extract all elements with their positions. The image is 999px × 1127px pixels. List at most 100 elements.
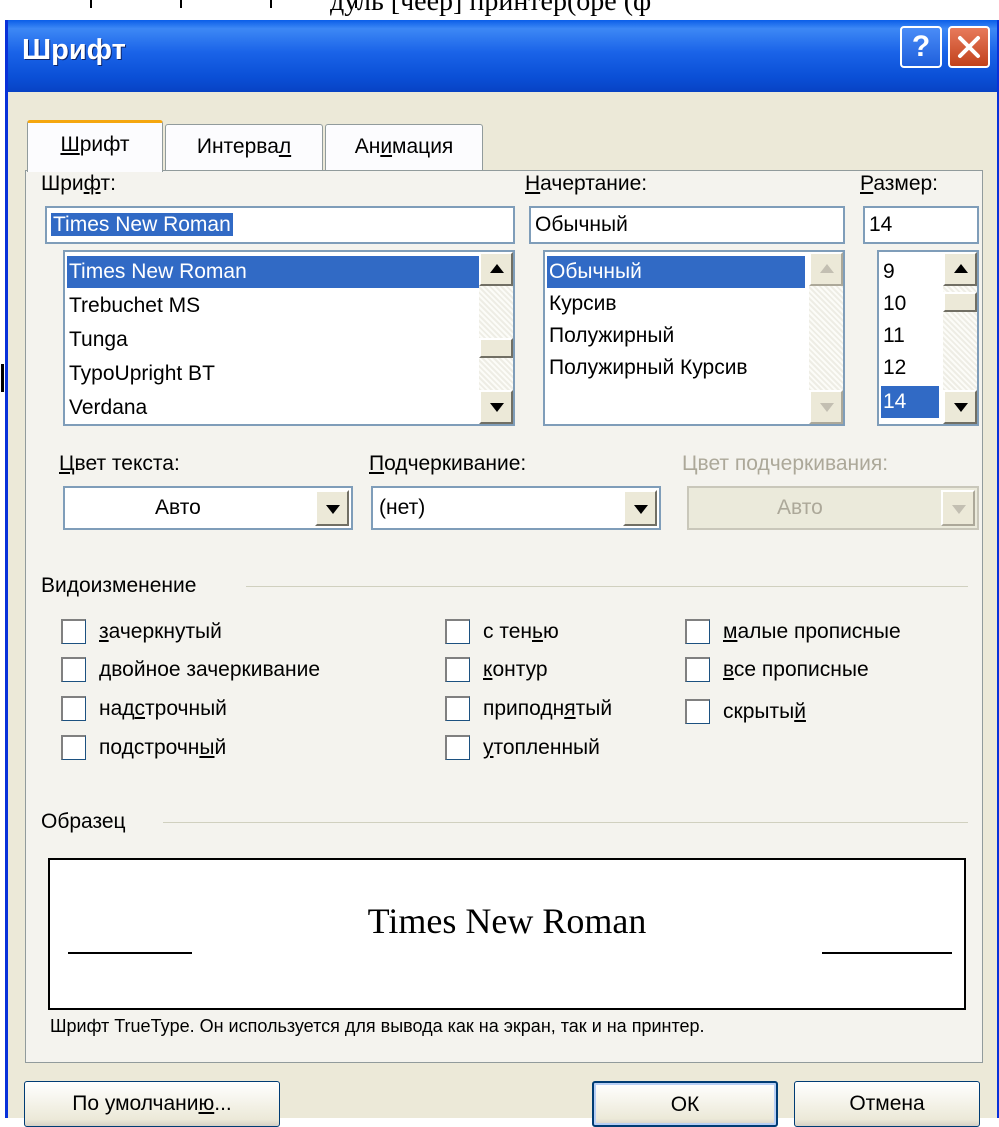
tab-label: мация [392, 135, 454, 158]
style-list[interactable]: Обычный Курсив Полужирный Полужирный Кур… [543, 250, 845, 426]
cancel-button[interactable]: Отмена [794, 1081, 980, 1127]
label-text: алые прописные [737, 620, 901, 643]
checkbox-box[interactable] [685, 619, 710, 644]
title-bar[interactable]: Шрифт ? [8, 20, 997, 92]
tab-spacing[interactable]: Интервал [165, 124, 323, 172]
ruler-tick [355, 0, 357, 8]
chevron-down-icon [326, 505, 340, 514]
checkbox-box[interactable] [685, 657, 710, 682]
scroll-up-button[interactable] [943, 252, 977, 286]
label-key: в [723, 658, 734, 681]
group-divider [163, 822, 968, 823]
list-item[interactable]: 12 [881, 352, 906, 384]
scroll-down-button[interactable] [809, 390, 843, 424]
arrow-up-icon [820, 264, 834, 273]
checkbox-label: двойное зачеркивание [99, 654, 320, 686]
help-button[interactable]: ? [900, 26, 942, 68]
size-list[interactable]: 9 10 11 12 14 [877, 250, 979, 426]
list-item[interactable]: Trebuchet MS [67, 290, 200, 322]
list-item[interactable]: 10 [881, 288, 906, 320]
preview-group-label: Образец [41, 810, 126, 833]
underline-color-select[interactable]: Авто [687, 486, 979, 530]
ok-button[interactable]: ОК [592, 1081, 778, 1127]
font-list[interactable]: Times New Roman Trebuchet MS Tunga TypoU… [63, 250, 515, 426]
scroll-up-button[interactable] [479, 252, 513, 286]
size-input-value: 14 [869, 213, 893, 236]
size-input[interactable]: 14 [863, 206, 979, 244]
font-description: Шрифт TrueType. Он используется для выво… [50, 1016, 705, 1036]
checkbox-box[interactable] [61, 657, 86, 682]
checkbox-box[interactable] [685, 699, 710, 724]
scroll-up-button[interactable] [809, 252, 843, 286]
checkbox-box[interactable] [61, 696, 86, 721]
group-divider [246, 586, 968, 587]
label-text: т: [100, 172, 116, 195]
default-button[interactable]: По умолчанию... [24, 1081, 280, 1127]
label-key: я [564, 697, 576, 720]
arrow-down-icon [954, 403, 968, 412]
style-label: Начертание: [525, 172, 647, 196]
scroll-thumb[interactable] [943, 292, 977, 312]
label-key: Н [525, 172, 541, 195]
checkbox-label: надстрочный [99, 693, 227, 725]
font-list-scrollbar[interactable] [479, 252, 513, 424]
list-item[interactable]: Verdana [67, 392, 147, 424]
list-item[interactable]: 9 [881, 256, 895, 288]
tab-animation[interactable]: Анимация [325, 124, 483, 172]
text-color-select[interactable]: Авто [63, 486, 353, 530]
checkbox-label: скрытый [723, 696, 806, 728]
style-list-scrollbar[interactable] [809, 252, 843, 424]
underline-select[interactable]: (нет) [371, 486, 661, 530]
label-text: топленный [493, 736, 600, 759]
ruler-tick [270, 0, 272, 8]
tab-font[interactable]: Шрифт [27, 120, 163, 172]
text-color-label: Цвет текста: [59, 452, 180, 476]
background-cursor-mark [1, 364, 4, 392]
label-text: войное зачеркивание [111, 658, 321, 681]
arrow-up-icon [954, 264, 968, 273]
size-list-scrollbar[interactable] [943, 252, 977, 424]
checkbox-box[interactable] [445, 696, 470, 721]
list-item[interactable]: Полужирный Курсив [547, 352, 748, 384]
label-text: ачертание: [540, 172, 648, 195]
scroll-down-button[interactable] [479, 390, 513, 424]
style-input[interactable]: Обычный [529, 206, 845, 244]
arrow-down-icon [490, 403, 504, 412]
tab-label: рифт [79, 133, 130, 156]
dropdown-button[interactable] [315, 490, 349, 526]
checkbox-box[interactable] [445, 619, 470, 644]
label-text: ачеркнутый [108, 620, 222, 643]
list-item[interactable]: Tunga [67, 324, 128, 356]
checkbox-box[interactable] [445, 735, 470, 760]
label-text: скрыты [723, 700, 795, 723]
effects-group-label: Видоизменение [41, 574, 197, 597]
scroll-thumb[interactable] [479, 338, 513, 358]
underline-color-value: Авто [777, 496, 823, 519]
dropdown-button[interactable] [623, 490, 657, 526]
label-key: м [723, 620, 738, 643]
checkbox-box[interactable] [61, 735, 86, 760]
dropdown-button[interactable] [941, 490, 975, 526]
checkbox-box[interactable] [445, 657, 470, 682]
label-text: подстрочн [99, 736, 200, 759]
checkbox-box[interactable] [61, 619, 86, 644]
list-item[interactable]: TypoUpright BT [67, 358, 215, 390]
checkbox-label: зачеркнутый [99, 616, 222, 648]
checkbox-label: с тенью [483, 616, 559, 648]
close-icon [958, 36, 980, 58]
ruler-tick [180, 0, 182, 8]
preview-line-right [822, 952, 952, 954]
button-label: Отмена [849, 1092, 925, 1115]
list-item[interactable]: Обычный [547, 256, 805, 288]
button-label: ОК [670, 1093, 700, 1116]
font-input[interactable]: Times New Roman [45, 206, 515, 244]
close-button[interactable] [948, 26, 990, 68]
list-item[interactable]: 11 [881, 320, 905, 352]
scroll-down-button[interactable] [943, 390, 977, 424]
list-item[interactable]: 14 [881, 386, 939, 418]
list-item[interactable]: Times New Roman [67, 256, 479, 288]
list-item[interactable]: Курсив [547, 288, 617, 320]
font-label: Шрифт: [41, 172, 116, 196]
checkbox-label: малые прописные [723, 616, 901, 648]
list-item[interactable]: Полужирный [547, 320, 674, 352]
